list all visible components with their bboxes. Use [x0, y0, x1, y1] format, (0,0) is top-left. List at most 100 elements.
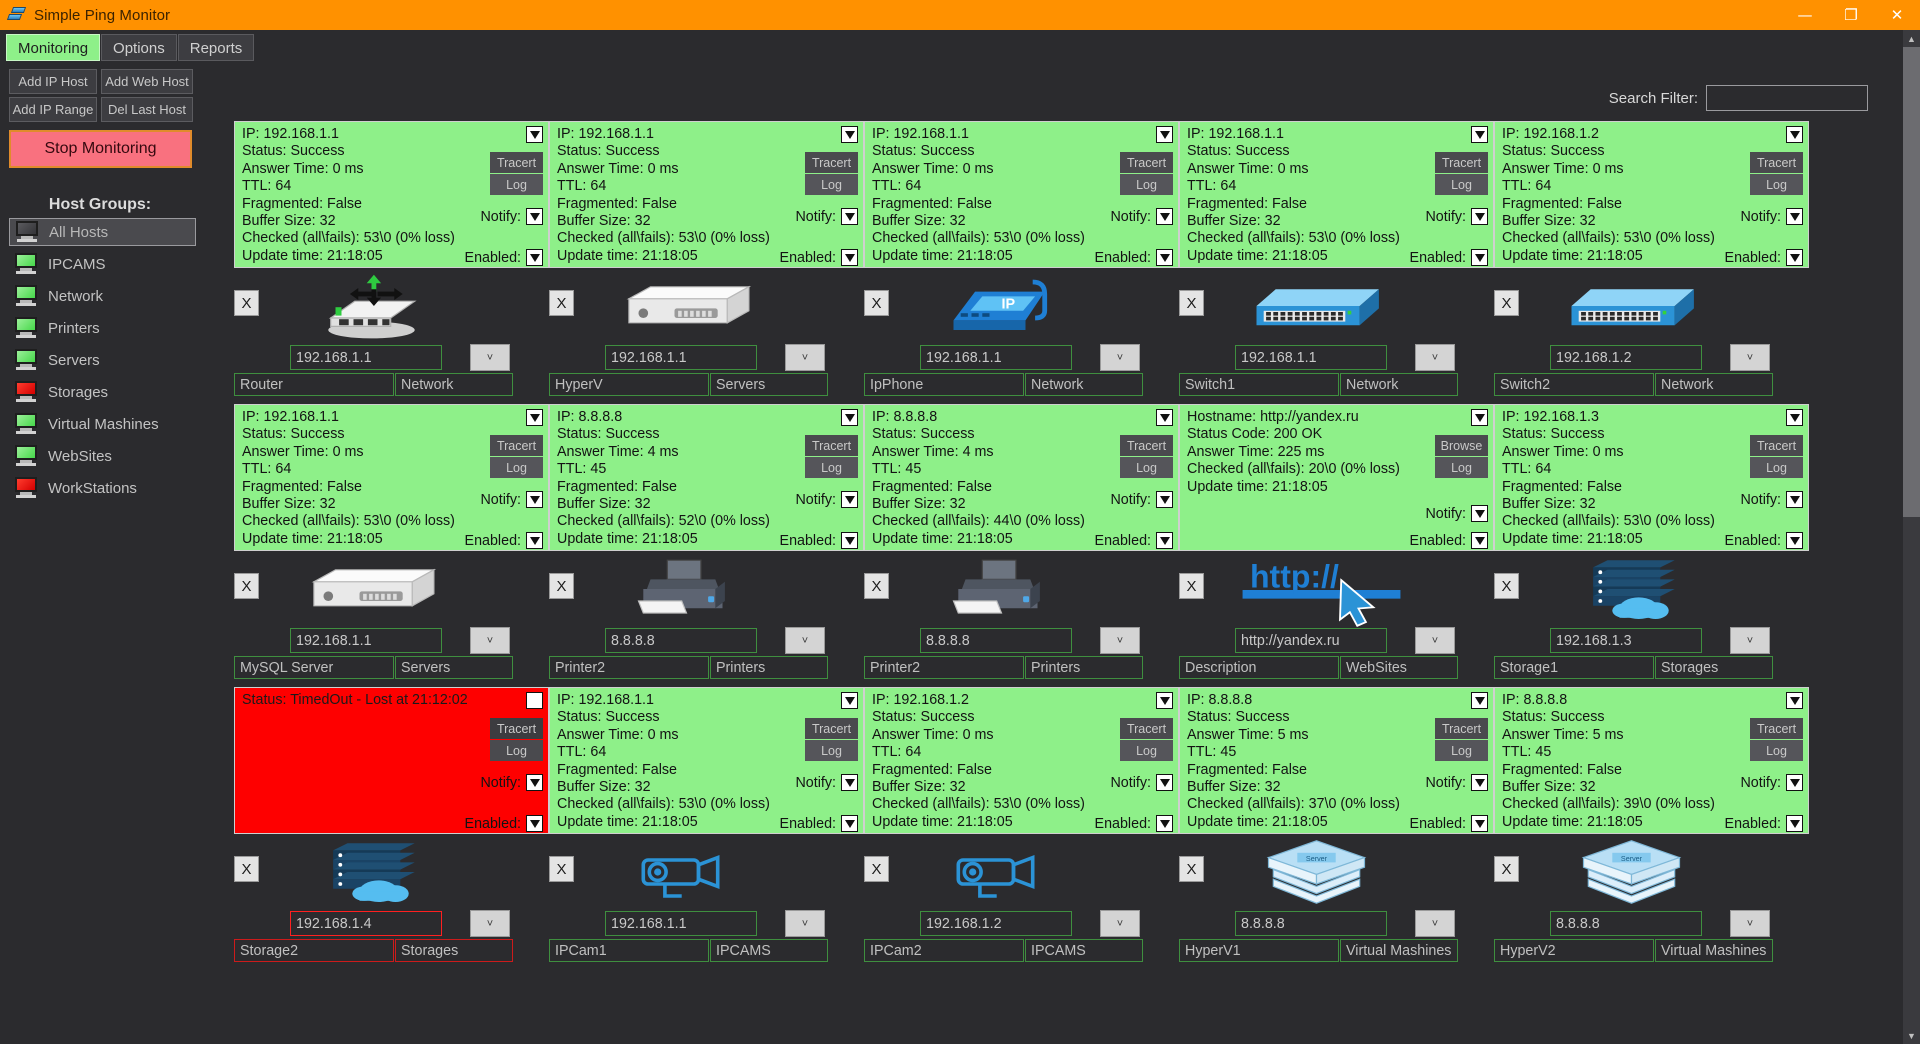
- host-card[interactable]: IP: 192.168.1.1 Status: Success Answer Tim…: [1179, 121, 1494, 396]
- host-name-input[interactable]: Description: [1179, 656, 1339, 679]
- enabled-toggle[interactable]: Enabled:: [465, 815, 543, 832]
- host-address-input[interactable]: 192.168.1.1: [605, 911, 757, 936]
- host-address-input[interactable]: 8.8.8.8: [920, 628, 1072, 653]
- delete-host-button[interactable]: X: [234, 290, 259, 316]
- chevron-down-icon[interactable]: ˅: [1730, 910, 1770, 937]
- host-group-input[interactable]: IPCAMS: [710, 939, 828, 962]
- enabled-toggle[interactable]: Enabled:: [1095, 249, 1173, 266]
- notify-toggle[interactable]: Notify:: [480, 208, 543, 225]
- add-web-host-button[interactable]: Add Web Host: [101, 69, 193, 94]
- minimize-button[interactable]: —: [1782, 0, 1828, 30]
- notify-toggle[interactable]: Notify:: [1425, 774, 1488, 791]
- host-name-input[interactable]: MySQL Server: [234, 656, 394, 679]
- chevron-down-icon[interactable]: ˅: [1100, 627, 1140, 654]
- host-group-input[interactable]: Network: [1655, 373, 1773, 396]
- host-card[interactable]: IP: 192.168.1.1 Status: Success Answer Tim…: [549, 687, 864, 962]
- host-name-input[interactable]: HyperV2: [1494, 939, 1654, 962]
- sidebar-item-storages[interactable]: Storages: [9, 378, 196, 406]
- host-select-checkbox[interactable]: [1156, 126, 1173, 143]
- host-address-input[interactable]: 8.8.8.8: [1235, 911, 1387, 936]
- sidebar-item-all-hosts[interactable]: All Hosts: [9, 218, 196, 246]
- enabled-checkbox[interactable]: [1471, 532, 1488, 549]
- notify-checkbox[interactable]: [1786, 774, 1803, 791]
- host-select-checkbox[interactable]: [1471, 692, 1488, 709]
- notify-checkbox[interactable]: [841, 774, 858, 791]
- host-card[interactable]: Status: TimedOut - Lost at 21:12:02 Trace…: [234, 687, 549, 962]
- notify-checkbox[interactable]: [1156, 208, 1173, 225]
- enabled-checkbox[interactable]: [526, 532, 543, 549]
- delete-host-button[interactable]: X: [864, 856, 889, 882]
- host-group-input[interactable]: Servers: [710, 373, 828, 396]
- log-button[interactable]: Log: [1120, 740, 1173, 761]
- host-group-input[interactable]: IPCAMS: [1025, 939, 1143, 962]
- notify-checkbox[interactable]: [1786, 491, 1803, 508]
- enabled-toggle[interactable]: Enabled:: [465, 532, 543, 549]
- notify-checkbox[interactable]: [1786, 208, 1803, 225]
- notify-checkbox[interactable]: [1471, 774, 1488, 791]
- search-input[interactable]: [1706, 85, 1868, 111]
- enabled-checkbox[interactable]: [1786, 815, 1803, 832]
- log-button[interactable]: Log: [1435, 740, 1488, 761]
- host-group-input[interactable]: Network: [1340, 373, 1458, 396]
- notify-toggle[interactable]: Notify:: [1425, 208, 1488, 225]
- host-select-checkbox[interactable]: [526, 126, 543, 143]
- host-address-input[interactable]: 8.8.8.8: [1550, 911, 1702, 936]
- host-address-input[interactable]: 192.168.1.3: [1550, 628, 1702, 653]
- enabled-toggle[interactable]: Enabled:: [1410, 815, 1488, 832]
- host-name-input[interactable]: IPCam2: [864, 939, 1024, 962]
- log-button[interactable]: Log: [1120, 457, 1173, 478]
- notify-toggle[interactable]: Notify:: [1110, 491, 1173, 508]
- enabled-toggle[interactable]: Enabled:: [1725, 815, 1803, 832]
- host-group-input[interactable]: Network: [395, 373, 513, 396]
- host-name-input[interactable]: Printer2: [864, 656, 1024, 679]
- host-select-checkbox[interactable]: [1156, 409, 1173, 426]
- tab-options[interactable]: Options: [101, 34, 177, 61]
- notify-checkbox[interactable]: [841, 208, 858, 225]
- tracert-button[interactable]: Tracert: [805, 718, 858, 739]
- host-card[interactable]: IP: 192.168.1.2 Status: Success Answer Tim…: [864, 687, 1179, 962]
- host-card[interactable]: IP: 192.168.1.1 Status: Success Answer Tim…: [234, 121, 549, 396]
- tracert-button[interactable]: Tracert: [1120, 435, 1173, 456]
- maximize-button[interactable]: ❐: [1828, 0, 1874, 30]
- enabled-toggle[interactable]: Enabled:: [1725, 532, 1803, 549]
- notify-toggle[interactable]: Notify:: [795, 208, 858, 225]
- notify-checkbox[interactable]: [1471, 505, 1488, 522]
- enabled-toggle[interactable]: Enabled:: [780, 249, 858, 266]
- log-button[interactable]: Log: [490, 457, 543, 478]
- enabled-toggle[interactable]: Enabled:: [465, 249, 543, 266]
- host-card[interactable]: IP: 8.8.8.8 Status: Success Answer Time: 5…: [1494, 687, 1809, 962]
- host-select-checkbox[interactable]: [1786, 409, 1803, 426]
- host-group-input[interactable]: Printers: [1025, 656, 1143, 679]
- host-address-input[interactable]: 192.168.1.1: [920, 345, 1072, 370]
- host-address-input[interactable]: 192.168.1.4: [290, 911, 442, 936]
- notify-checkbox[interactable]: [526, 208, 543, 225]
- notify-checkbox[interactable]: [841, 491, 858, 508]
- chevron-down-icon[interactable]: ˅: [785, 344, 825, 371]
- enabled-checkbox[interactable]: [1471, 249, 1488, 266]
- host-address-input[interactable]: http://yandex.ru: [1235, 628, 1387, 653]
- sidebar-item-ipcams[interactable]: IPCAMS: [9, 250, 196, 278]
- tracert-button[interactable]: Tracert: [805, 435, 858, 456]
- enabled-checkbox[interactable]: [526, 815, 543, 832]
- enabled-toggle[interactable]: Enabled:: [1725, 249, 1803, 266]
- add-ip-host-button[interactable]: Add IP Host: [9, 69, 97, 94]
- host-address-input[interactable]: 192.168.1.2: [920, 911, 1072, 936]
- enabled-checkbox[interactable]: [1156, 249, 1173, 266]
- add-ip-range-button[interactable]: Add IP Range: [9, 97, 97, 122]
- host-select-checkbox[interactable]: [1471, 126, 1488, 143]
- del-last-host-button[interactable]: Del Last Host: [101, 97, 193, 122]
- host-name-input[interactable]: HyperV: [549, 373, 709, 396]
- log-button[interactable]: Log: [490, 740, 543, 761]
- log-button[interactable]: Log: [805, 174, 858, 195]
- chevron-down-icon[interactable]: ˅: [785, 910, 825, 937]
- tracert-button[interactable]: Tracert: [1120, 718, 1173, 739]
- delete-host-button[interactable]: X: [864, 290, 889, 316]
- host-card[interactable]: IP: 192.168.1.1 Status: Success Answer Tim…: [864, 121, 1179, 396]
- enabled-checkbox[interactable]: [1786, 249, 1803, 266]
- log-button[interactable]: Log: [1750, 457, 1803, 478]
- enabled-checkbox[interactable]: [841, 249, 858, 266]
- host-card[interactable]: IP: 192.168.1.2 Status: Success Answer Tim…: [1494, 121, 1809, 396]
- host-name-input[interactable]: Storage1: [1494, 656, 1654, 679]
- log-button[interactable]: Log: [1120, 174, 1173, 195]
- scroll-up-icon[interactable]: ▲: [1903, 30, 1920, 47]
